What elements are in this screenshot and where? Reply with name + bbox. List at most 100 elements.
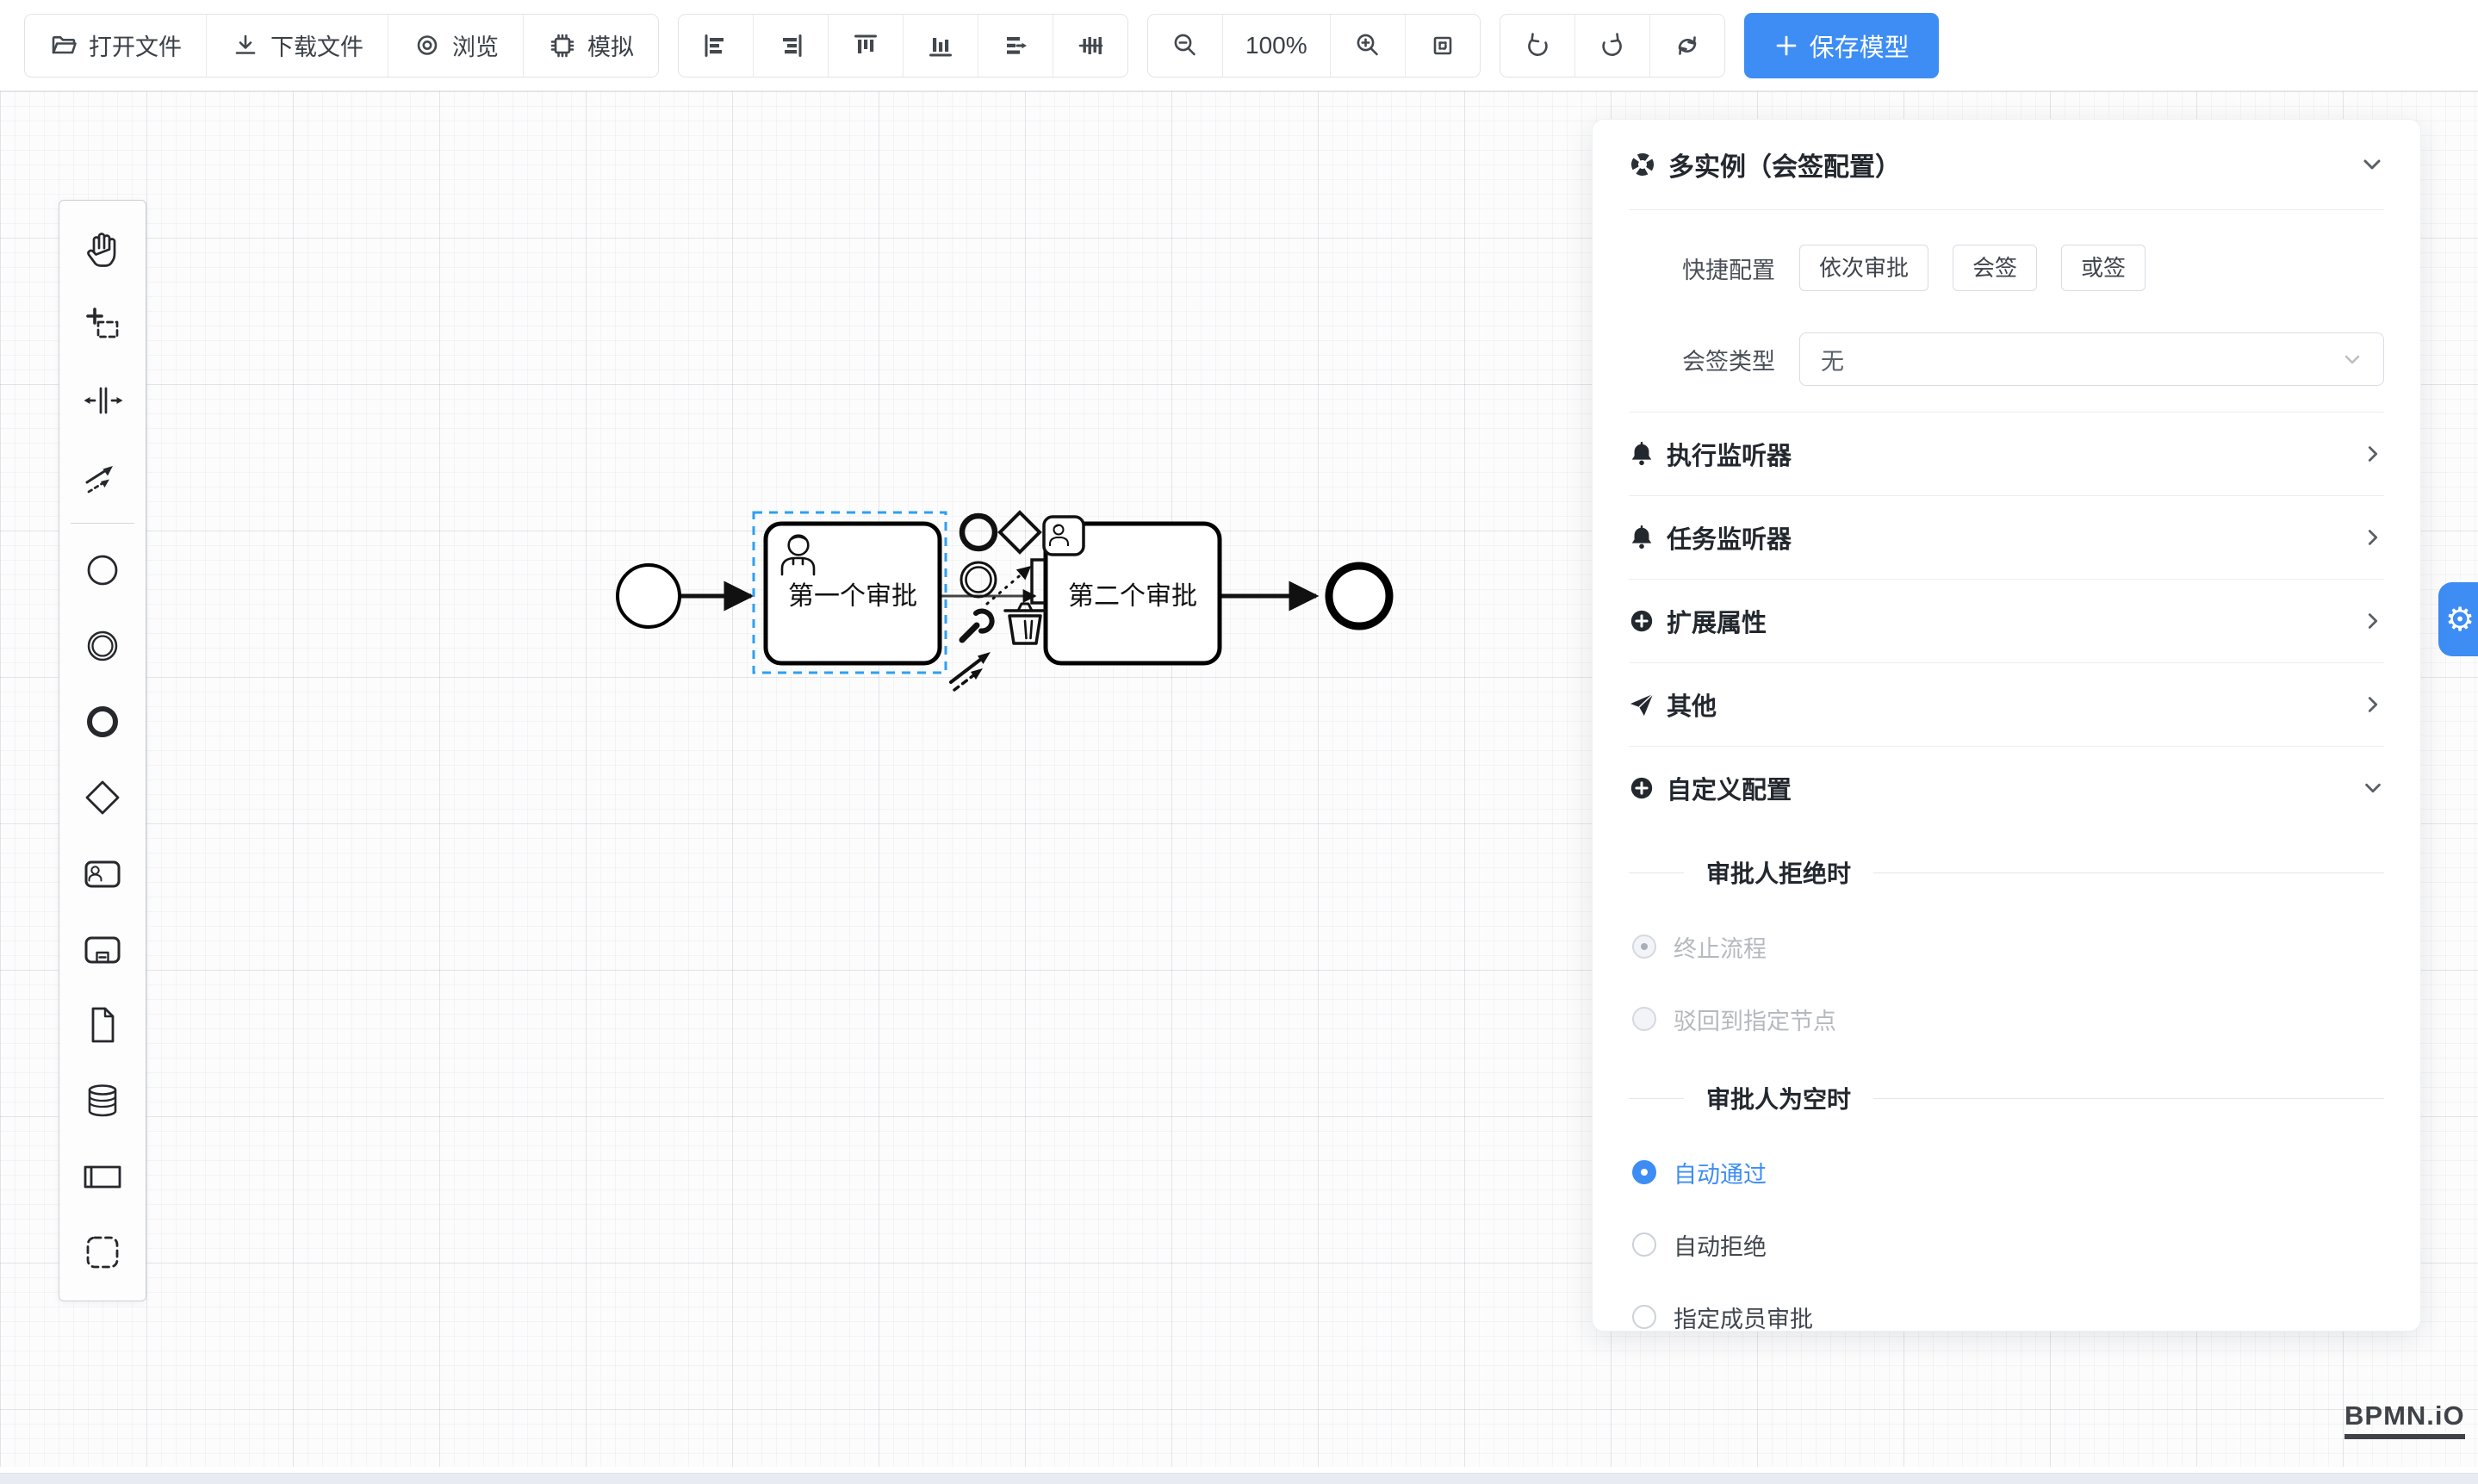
section-label: 其他 bbox=[1667, 686, 1717, 723]
preview-button[interactable]: 浏览 bbox=[388, 15, 523, 77]
data-object-icon bbox=[80, 1003, 125, 1047]
palette-create-group[interactable] bbox=[59, 1214, 146, 1290]
quick-config-sequential-button[interactable]: 依次审批 bbox=[1799, 245, 1928, 291]
simulate-button[interactable]: 模拟 bbox=[523, 15, 658, 77]
top-toolbar: 打开文件 下载文件 浏览 模拟 bbox=[0, 0, 2478, 91]
align-top-icon bbox=[851, 31, 880, 60]
chevron-right-icon bbox=[2362, 443, 2384, 465]
download-file-button[interactable]: 下载文件 bbox=[206, 15, 388, 77]
radio-circle[interactable] bbox=[1632, 1160, 1656, 1184]
bpmn-io-logo-text: BPMN.iO bbox=[2344, 1400, 2465, 1431]
chevron-right-icon bbox=[2362, 526, 2384, 549]
justify-center-button[interactable] bbox=[978, 15, 1053, 77]
open-file-button[interactable]: 打开文件 bbox=[25, 15, 206, 77]
radio-label: 指定成员审批 bbox=[1674, 1301, 1813, 1332]
space-tool-icon bbox=[80, 378, 125, 423]
palette-create-start-event[interactable] bbox=[59, 532, 146, 608]
distribute-vertical-button[interactable] bbox=[1053, 15, 1127, 77]
data-store-icon bbox=[80, 1078, 125, 1123]
zoom-out-button[interactable] bbox=[1148, 15, 1222, 77]
align-bottom-icon bbox=[926, 31, 955, 60]
quick-config-orsign-button[interactable]: 或签 bbox=[2061, 245, 2146, 291]
palette-create-user-task[interactable] bbox=[59, 835, 146, 911]
bpmn-io-logo[interactable]: BPMN.iO bbox=[2344, 1400, 2465, 1439]
align-button-group bbox=[678, 14, 1128, 78]
radio-auto-approve[interactable]: 自动通过 bbox=[1629, 1136, 2384, 1208]
section-custom-config[interactable]: 自定义配置 bbox=[1629, 746, 2384, 829]
palette-space-tool[interactable] bbox=[59, 363, 146, 438]
save-model-button[interactable]: 保存模型 bbox=[1744, 13, 1939, 78]
zoom-level-value[interactable]: 100% bbox=[1222, 15, 1331, 77]
plus-icon bbox=[1773, 33, 1799, 59]
sign-type-select[interactable]: 无 bbox=[1799, 332, 2384, 386]
download-icon bbox=[231, 31, 260, 60]
palette-create-data-object[interactable] bbox=[59, 987, 146, 1063]
send-icon bbox=[1629, 692, 1655, 717]
align-left-button[interactable] bbox=[679, 15, 753, 77]
lasso-icon bbox=[80, 302, 125, 347]
bell-icon bbox=[1629, 441, 1655, 467]
gear-icon: ⚙ bbox=[2445, 600, 2475, 639]
connect-arrows-icon bbox=[80, 454, 125, 499]
custom-config-content: 审批人拒绝时 终止流程 驳回到指定节点 审批人为空时 自动通过 自动拒绝 指定成… bbox=[1629, 835, 2384, 1332]
fit-viewport-button[interactable] bbox=[1405, 15, 1480, 77]
section-extended-properties[interactable]: 扩展属性 bbox=[1629, 579, 2384, 662]
section-task-listener[interactable]: 任务监听器 bbox=[1629, 495, 2384, 579]
radio-label: 驳回到指定节点 bbox=[1674, 1003, 1836, 1036]
folder-open-icon bbox=[49, 31, 78, 60]
palette-create-subprocess[interactable] bbox=[59, 911, 146, 987]
user-task-icon bbox=[80, 851, 125, 896]
sign-type-label: 会签类型 bbox=[1629, 343, 1775, 376]
panel-header[interactable]: 多实例（会签配置） bbox=[1629, 120, 2384, 210]
chevron-right-icon bbox=[2362, 610, 2384, 632]
align-bottom-button[interactable] bbox=[903, 15, 978, 77]
radio-circle[interactable] bbox=[1632, 934, 1656, 959]
file-button-group: 打开文件 下载文件 浏览 模拟 bbox=[24, 14, 659, 78]
redo-icon bbox=[1598, 31, 1627, 60]
palette-global-connect-tool[interactable] bbox=[59, 438, 146, 514]
radio-circle[interactable] bbox=[1632, 1233, 1656, 1257]
palette-create-data-store[interactable] bbox=[59, 1063, 146, 1139]
section-execution-listener[interactable]: 执行监听器 bbox=[1629, 412, 2384, 495]
subprocess-icon bbox=[80, 927, 125, 972]
sign-type-value: 无 bbox=[1821, 343, 1844, 376]
palette-create-participant[interactable] bbox=[59, 1139, 146, 1214]
chevron-down-icon[interactable] bbox=[2360, 152, 2384, 177]
empty-group-title: 审批人为空时 bbox=[1706, 1081, 1851, 1115]
plus-circle-icon bbox=[1629, 775, 1655, 801]
palette-hand-tool[interactable] bbox=[59, 211, 146, 287]
bpmn-palette bbox=[59, 200, 146, 1301]
download-file-label: 下载文件 bbox=[270, 28, 363, 62]
properties-panel: 多实例（会签配置） 快捷配置 依次审批 会签 或签 会签类型 无 bbox=[1592, 119, 2421, 1332]
align-right-button[interactable] bbox=[753, 15, 828, 77]
reset-icon-button[interactable] bbox=[1649, 15, 1724, 77]
radio-assign-member[interactable]: 指定成员审批 bbox=[1629, 1281, 2384, 1332]
align-left-icon bbox=[701, 31, 730, 60]
radio-label: 自动通过 bbox=[1674, 1156, 1767, 1189]
zoom-in-button[interactable] bbox=[1331, 15, 1405, 77]
radio-circle[interactable] bbox=[1632, 1007, 1656, 1031]
radio-terminate-process[interactable]: 终止流程 bbox=[1629, 910, 2384, 983]
section-label: 自定义配置 bbox=[1667, 770, 1792, 806]
fit-viewport-icon bbox=[1428, 31, 1457, 60]
align-top-button[interactable] bbox=[828, 15, 903, 77]
reset-icon bbox=[1673, 31, 1702, 60]
open-file-label: 打开文件 bbox=[89, 28, 182, 62]
quick-config-countersign-button[interactable]: 会签 bbox=[1953, 245, 2037, 291]
zoom-in-icon bbox=[1353, 31, 1382, 60]
radio-auto-reject[interactable]: 自动拒绝 bbox=[1629, 1208, 2384, 1281]
palette-create-intermediate-event[interactable] bbox=[59, 608, 146, 684]
radio-circle[interactable] bbox=[1632, 1305, 1656, 1329]
multi-instance-form: 快捷配置 依次审批 会签 或签 会签类型 无 bbox=[1629, 210, 2384, 412]
bottom-scrollbar[interactable] bbox=[0, 1473, 2478, 1484]
section-other[interactable]: 其他 bbox=[1629, 662, 2384, 746]
redo-button[interactable] bbox=[1574, 15, 1649, 77]
zoom-button-group: 100% bbox=[1147, 14, 1481, 78]
palette-lasso-tool[interactable] bbox=[59, 287, 146, 363]
radio-return-to-node[interactable]: 驳回到指定节点 bbox=[1629, 983, 2384, 1055]
palette-create-end-event[interactable] bbox=[59, 684, 146, 760]
palette-create-gateway[interactable] bbox=[59, 760, 146, 835]
gateway-icon bbox=[80, 775, 125, 820]
settings-side-tab[interactable]: ⚙ bbox=[2438, 582, 2478, 656]
undo-button[interactable] bbox=[1500, 15, 1574, 77]
